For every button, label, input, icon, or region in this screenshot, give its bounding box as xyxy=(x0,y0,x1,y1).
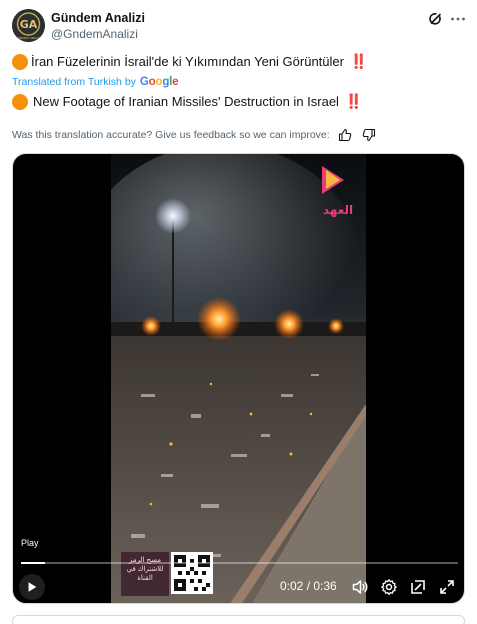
picture-in-picture-icon[interactable] xyxy=(409,578,427,596)
double-exclamation-emoji: ‼️ xyxy=(344,93,362,109)
next-card-edge xyxy=(12,615,465,624)
avatar-caption: GÜNDEM ANALİZİ xyxy=(15,35,41,40)
progress-bar[interactable] xyxy=(21,562,458,564)
orange-circle-emoji xyxy=(12,93,28,110)
tweet-translated-text: New Footage of Iranian Missiles' Destruc… xyxy=(12,93,362,110)
translated-prefix: Translated from Turkish by xyxy=(12,76,136,88)
tweet-header: GA GÜNDEM ANALİZİ Gündem Analizi @GndemA… xyxy=(12,9,467,43)
avatar[interactable]: GA GÜNDEM ANALİZİ xyxy=(12,9,45,42)
translation-attribution[interactable]: Translated from Turkish by Google xyxy=(12,76,179,88)
orange-circle-emoji xyxy=(12,53,28,70)
feedback-prompt: Was this translation accurate? Give us f… xyxy=(12,129,330,141)
double-exclamation-emoji: ‼️ xyxy=(349,53,367,69)
duration: 0:36 xyxy=(313,579,337,593)
google-logo: Google xyxy=(139,76,179,88)
play-icon xyxy=(28,582,37,592)
banner-text: مسح الرمز للاشتراك في القناة xyxy=(121,552,169,596)
more-icon[interactable] xyxy=(449,10,467,28)
progress-fill xyxy=(21,562,46,564)
volume-icon[interactable] xyxy=(351,578,369,596)
settings-icon[interactable] xyxy=(380,578,398,596)
video-player[interactable]: العهد مسح الرمز للاشتراك في القناة Play xyxy=(12,153,465,604)
thumbs-up-icon[interactable] xyxy=(338,128,352,142)
original-text: İran Füzelerinin İsrail'de ki Yıkımından… xyxy=(31,54,344,69)
avatar-letters: GA xyxy=(20,18,38,31)
tweet-original-text: İran Füzelerinin İsrail'de ki Yıkımından… xyxy=(12,53,367,70)
display-name[interactable]: Gündem Analizi xyxy=(51,11,145,25)
video-frame: العهد xyxy=(111,154,366,603)
channel-watermark: العهد xyxy=(304,162,362,220)
watermark-text: العهد xyxy=(323,203,353,217)
qr-code xyxy=(171,552,213,594)
subscribe-banner: مسح الرمز للاشتراك في القناة xyxy=(121,552,213,596)
translation-feedback: Was this translation accurate? Give us f… xyxy=(12,128,376,142)
play-button[interactable] xyxy=(19,574,45,600)
play-tooltip: Play xyxy=(21,538,39,548)
time-separator: / xyxy=(303,579,314,593)
user-handle[interactable]: @GndemAnalizi xyxy=(51,27,138,41)
translated-text: New Footage of Iranian Missiles' Destruc… xyxy=(33,94,339,109)
time-display: 0:02 / 0:36 xyxy=(280,579,337,593)
thumbs-down-icon[interactable] xyxy=(362,128,376,142)
fullscreen-icon[interactable] xyxy=(438,578,456,596)
grok-icon[interactable] xyxy=(427,10,445,28)
current-time: 0:02 xyxy=(280,579,304,593)
